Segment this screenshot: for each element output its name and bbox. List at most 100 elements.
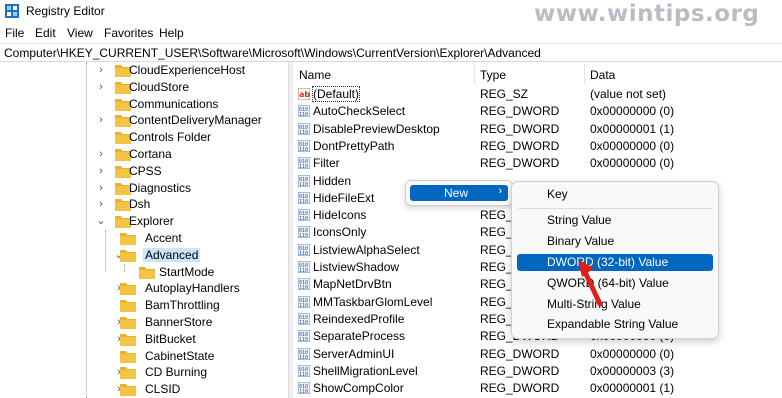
address-bar[interactable]: Computer\HKEY_CURRENT_USER\Software\Micr… [0, 43, 782, 62]
menu-item-string-value[interactable]: String Value [517, 212, 713, 229]
tree-item[interactable]: Controls Folder [0, 129, 250, 146]
chevron-right-icon[interactable]: › [96, 182, 106, 194]
value-data: 0x00000000 (0) [590, 104, 675, 119]
menu-favorites[interactable]: Favorites [104, 26, 153, 40]
tree-item[interactable]: ⌄ Advanced [0, 247, 250, 264]
column-separator[interactable] [474, 64, 475, 84]
value-row[interactable]: ab (Default) REG_SZ (value not set) [294, 86, 782, 103]
svg-text:110: 110 [299, 216, 308, 221]
menu-item-qword-64-bit-value[interactable]: QWORD (64-bit) Value [517, 275, 713, 292]
column-header-data[interactable]: Data [590, 68, 615, 82]
tree-item[interactable]: › ContentDeliveryManager [0, 112, 262, 129]
binary-value-icon: 010110 [298, 382, 310, 395]
tree-item[interactable]: BamThrottling [0, 297, 250, 314]
menu-separator [518, 208, 712, 209]
chevron-right-icon[interactable]: › [96, 198, 106, 210]
value-row[interactable]: 010 110 DisablePreviewDesktop REG_DWORD 0x00… [294, 121, 782, 138]
value-data: 0x00000001 (1) [590, 121, 675, 136]
value-name: IconsOnly [313, 225, 367, 240]
tree-item[interactable]: › BitBucket [0, 331, 250, 348]
tree-item-label: AutoplayHandlers [145, 281, 240, 296]
value-row[interactable]: 010 110 AutoCheckSelect REG_DWORD 0x00000000… [294, 103, 782, 120]
menu-item-multi-string-value[interactable]: Multi-String Value [517, 296, 713, 313]
chevron-right-icon[interactable]: › [96, 148, 106, 160]
value-row[interactable]: 010 110 ShowCompColor REG_DWORD 0x00000001 (… [294, 380, 782, 397]
binary-value-icon: 010110 [298, 295, 310, 308]
tree-item-label: CPSS [129, 163, 162, 178]
value-data: 0x00000003 (3) [590, 363, 675, 378]
tree-pane[interactable]: › CloudExperienceHost › CloudStore Communica… [0, 62, 288, 398]
binary-value-icon: 010110 [298, 243, 310, 256]
tree-item-label: BitBucket [145, 331, 196, 346]
context-menu-new-label: New [444, 186, 469, 200]
folder-icon [120, 350, 136, 363]
svg-text:110: 110 [299, 372, 308, 377]
svg-text:110: 110 [299, 285, 308, 290]
folder-icon [139, 266, 155, 279]
chevron-right-icon[interactable]: › [96, 64, 106, 76]
menu-item-expandable-string-value[interactable]: Expandable String Value [517, 316, 713, 333]
tree-item[interactable]: Communications [0, 96, 250, 113]
svg-text:110: 110 [299, 130, 308, 135]
column-header-type[interactable]: Type [480, 68, 506, 82]
binary-value-icon: 010110 [298, 174, 310, 187]
pane-splitter[interactable] [288, 62, 293, 398]
value-row[interactable]: 010 110 DontPrettyPath REG_DWORD 0x00000000 … [294, 138, 782, 155]
menu-bar: File Edit View Favorites Help [0, 22, 782, 42]
tree-item[interactable]: CabinetState [0, 348, 250, 365]
tree-item[interactable]: › CD Burning [0, 364, 250, 381]
binary-value-icon: 010110 [298, 278, 310, 291]
context-menu: New › [405, 180, 513, 206]
tree-item-label: CLSID [145, 382, 181, 397]
tree-item[interactable]: › AutoplayHandlers [0, 280, 250, 297]
chevron-right-icon[interactable]: › [96, 165, 106, 177]
menu-file[interactable]: File [5, 26, 24, 40]
menu-item-label: Binary Value [547, 234, 615, 248]
svg-text:110: 110 [299, 337, 308, 342]
tree-item[interactable]: › CloudExperienceHost [0, 62, 250, 79]
value-data: (value not set) [590, 87, 667, 101]
tree-item[interactable]: ⌄ Explorer [0, 213, 250, 230]
column-separator[interactable] [584, 64, 585, 84]
context-menu-new[interactable]: New › [410, 185, 508, 201]
svg-text:110: 110 [299, 320, 308, 325]
svg-text:110: 110 [299, 389, 308, 394]
menu-item-key[interactable]: Key [517, 186, 713, 203]
tree-item[interactable]: Accent [0, 230, 250, 247]
binary-value-icon: 010110 [298, 139, 310, 152]
value-data: 0x00000000 (0) [590, 156, 675, 171]
binary-value-icon: 010110 [298, 122, 310, 135]
address-path[interactable]: Computer\HKEY_CURRENT_USER\Software\Micr… [4, 46, 541, 60]
value-row[interactable]: 010 110 Filter REG_DWORD 0x00000000 (0) [294, 155, 782, 172]
folder-icon [120, 233, 136, 245]
tree-item-label: Advanced [143, 247, 201, 262]
chevron-down-icon[interactable]: ⌄ [96, 215, 106, 227]
column-header-name[interactable]: Name [299, 68, 331, 82]
value-row[interactable]: 010 110 ServerAdminUI REG_DWORD 0x00000000 (… [294, 346, 782, 363]
chevron-right-icon[interactable]: › [96, 81, 106, 93]
menu-item-dword-32-bit-value[interactable]: DWORD (32-bit) Value [517, 254, 713, 271]
menu-view[interactable]: View [67, 26, 93, 40]
tree-item[interactable]: › Diagnostics [0, 180, 250, 197]
value-row[interactable]: 010 110 ShellMigrationLevel REG_DWORD 0x0000… [294, 363, 782, 380]
menu-item-binary-value[interactable]: Binary Value [517, 233, 713, 250]
folder-icon [120, 249, 136, 262]
value-name: Hidden [313, 173, 352, 188]
tree-item-label: CD Burning [145, 365, 208, 380]
value-data: 0x00000001 (1) [590, 381, 675, 396]
chevron-right-icon[interactable]: › [96, 114, 106, 126]
tree-item[interactable]: › CPSS [0, 163, 250, 180]
tree-item[interactable]: › CloudStore [0, 79, 250, 96]
tree-item[interactable]: › CLSID [0, 381, 250, 398]
tree-item[interactable]: › Dsh [0, 196, 250, 213]
menu-help[interactable]: Help [159, 26, 184, 40]
tree-item[interactable]: › BannerStore [0, 314, 250, 331]
menu-edit[interactable]: Edit [35, 26, 56, 40]
tree-item-label: CloudExperienceHost [129, 63, 246, 77]
value-name: ShellMigrationLevel [313, 363, 418, 378]
tree-item-label: Communications [129, 96, 219, 111]
svg-text:ab: ab [299, 90, 310, 99]
string-value-icon: ab [298, 88, 310, 100]
tree-item[interactable]: StartMode [0, 264, 250, 281]
tree-item[interactable]: › Cortana [0, 146, 250, 163]
